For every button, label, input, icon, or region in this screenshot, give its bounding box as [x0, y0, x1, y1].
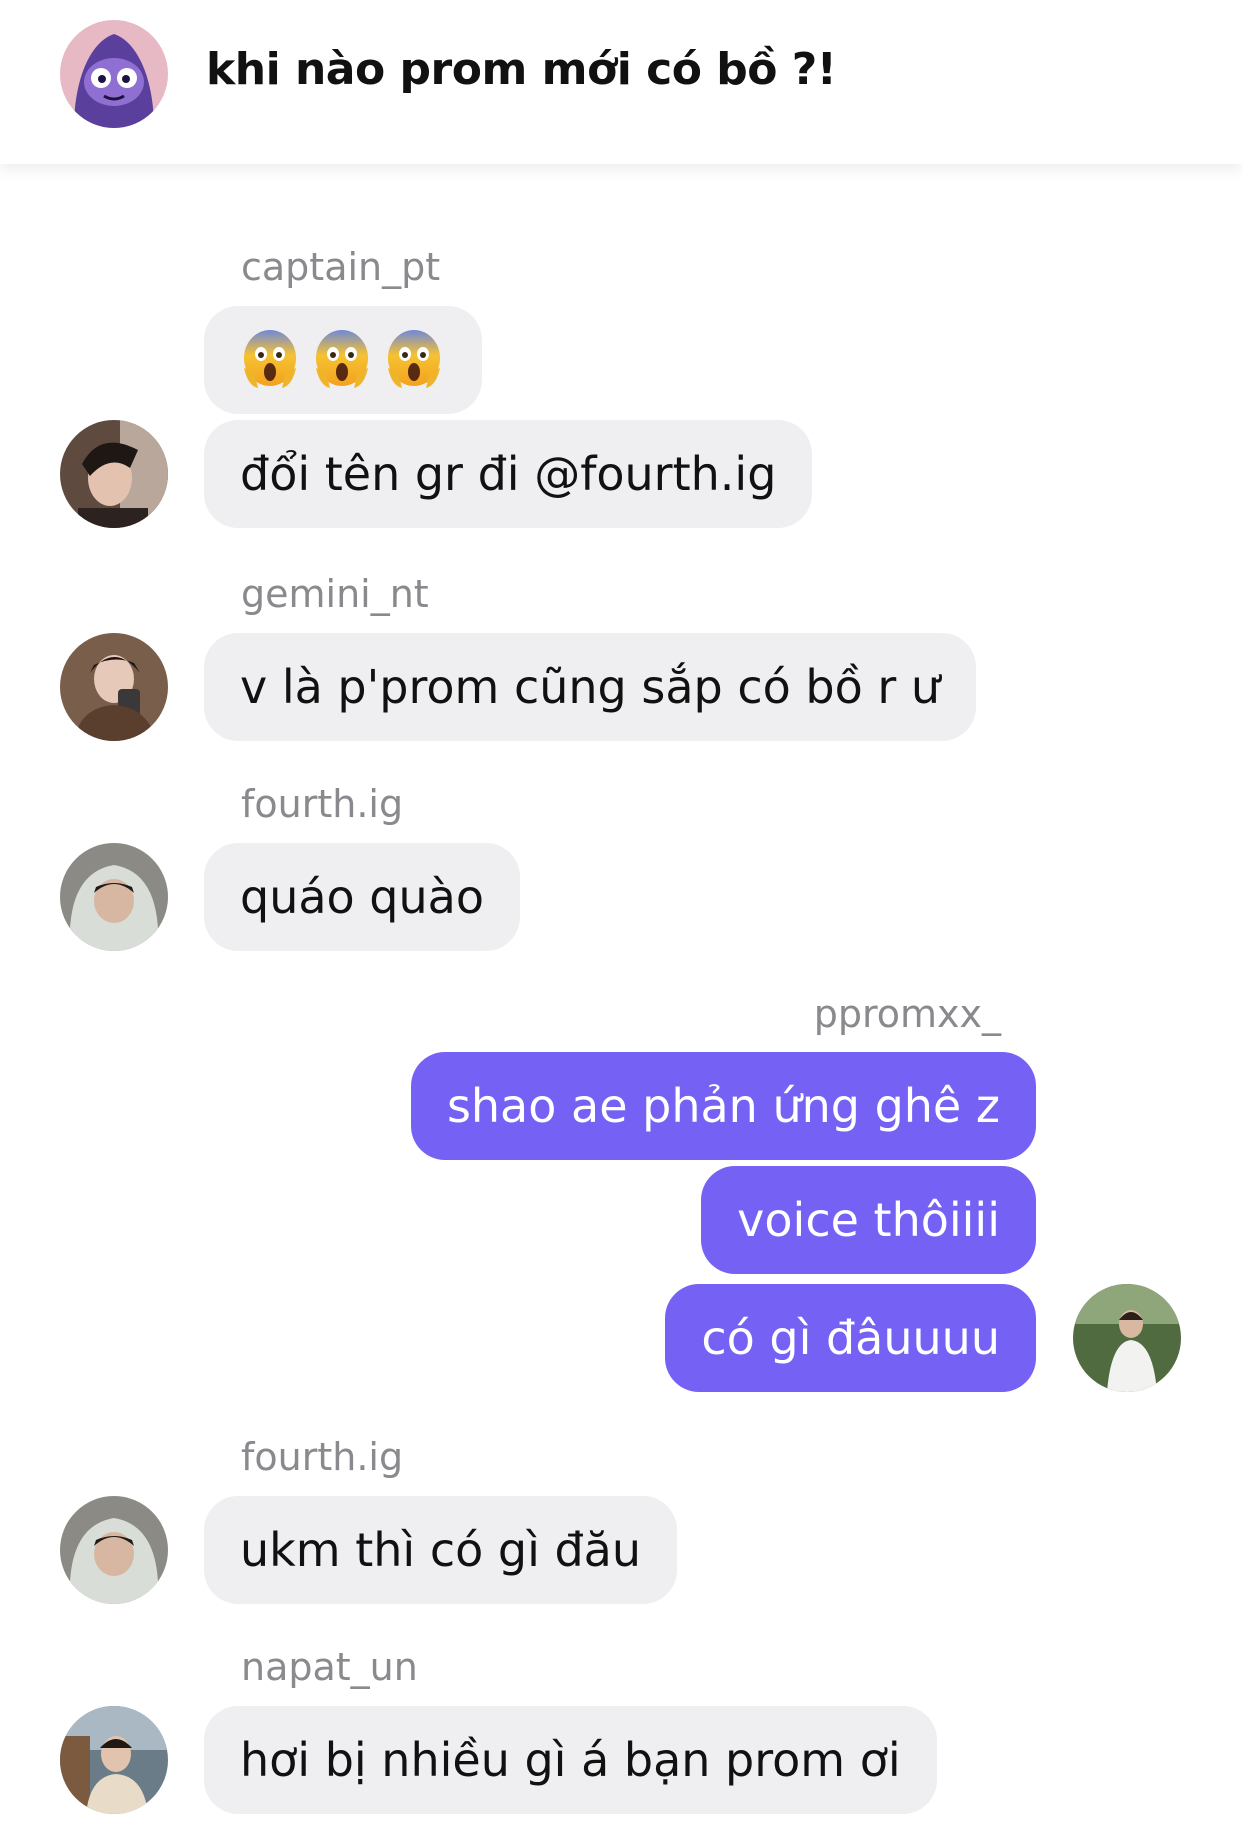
sender-name: fourth.ig	[241, 1435, 404, 1479]
screaming-face-emoji-icon	[244, 330, 296, 388]
user-photo-icon	[60, 1706, 168, 1814]
avatar-gemini-nt[interactable]	[60, 633, 168, 741]
sender-name: fourth.ig	[241, 782, 404, 826]
screaming-face-emoji-icon	[388, 330, 440, 388]
group-title: khi nào prom mới có bồ ?!	[206, 44, 837, 95]
message-bubble[interactable]: đổi tên gr đi @fourth.ig	[204, 420, 813, 528]
message-bubble[interactable]: quáo quào	[204, 843, 520, 951]
outgoing-message-bubble[interactable]: có gì đâuuuu	[665, 1284, 1036, 1392]
sender-name: gemini_nt	[241, 572, 429, 616]
group-avatar[interactable]	[60, 20, 168, 128]
emoji-message-bubble[interactable]	[204, 306, 482, 414]
message-bubble[interactable]: hơi bị nhiều gì á bạn prom ơi	[204, 1706, 937, 1814]
sender-name: ppromxx_	[813, 992, 1001, 1036]
outgoing-message-bubble[interactable]: shao ae phản ứng ghê z	[410, 1052, 1036, 1160]
avatar-fourth-ig[interactable]	[60, 843, 168, 951]
outgoing-message-bubble[interactable]: voice thôiiii	[701, 1166, 1036, 1274]
message-bubble[interactable]: ukm thì có gì đău	[204, 1496, 678, 1604]
message-bubble[interactable]: v là p'prom cũng sắp có bồ r ư	[204, 633, 977, 741]
avatar-fourth-ig[interactable]	[60, 1496, 168, 1604]
user-photo-icon	[60, 633, 168, 741]
sender-name: captain_pt	[241, 245, 441, 289]
screaming-face-emoji-icon	[316, 330, 368, 388]
sender-name: napat_un	[241, 1645, 418, 1689]
user-photo-icon	[60, 1496, 168, 1604]
avatar-napat-un[interactable]	[60, 1706, 168, 1814]
user-photo-icon	[60, 420, 168, 528]
avatar-captain-pt[interactable]	[60, 420, 168, 528]
chat-header: khi nào prom mới có bồ ?!	[0, 0, 1242, 164]
user-photo-icon	[1073, 1284, 1181, 1392]
group-avatar-icon	[60, 20, 168, 128]
user-photo-icon	[60, 843, 168, 951]
avatar-ppromxx[interactable]	[1073, 1284, 1181, 1392]
